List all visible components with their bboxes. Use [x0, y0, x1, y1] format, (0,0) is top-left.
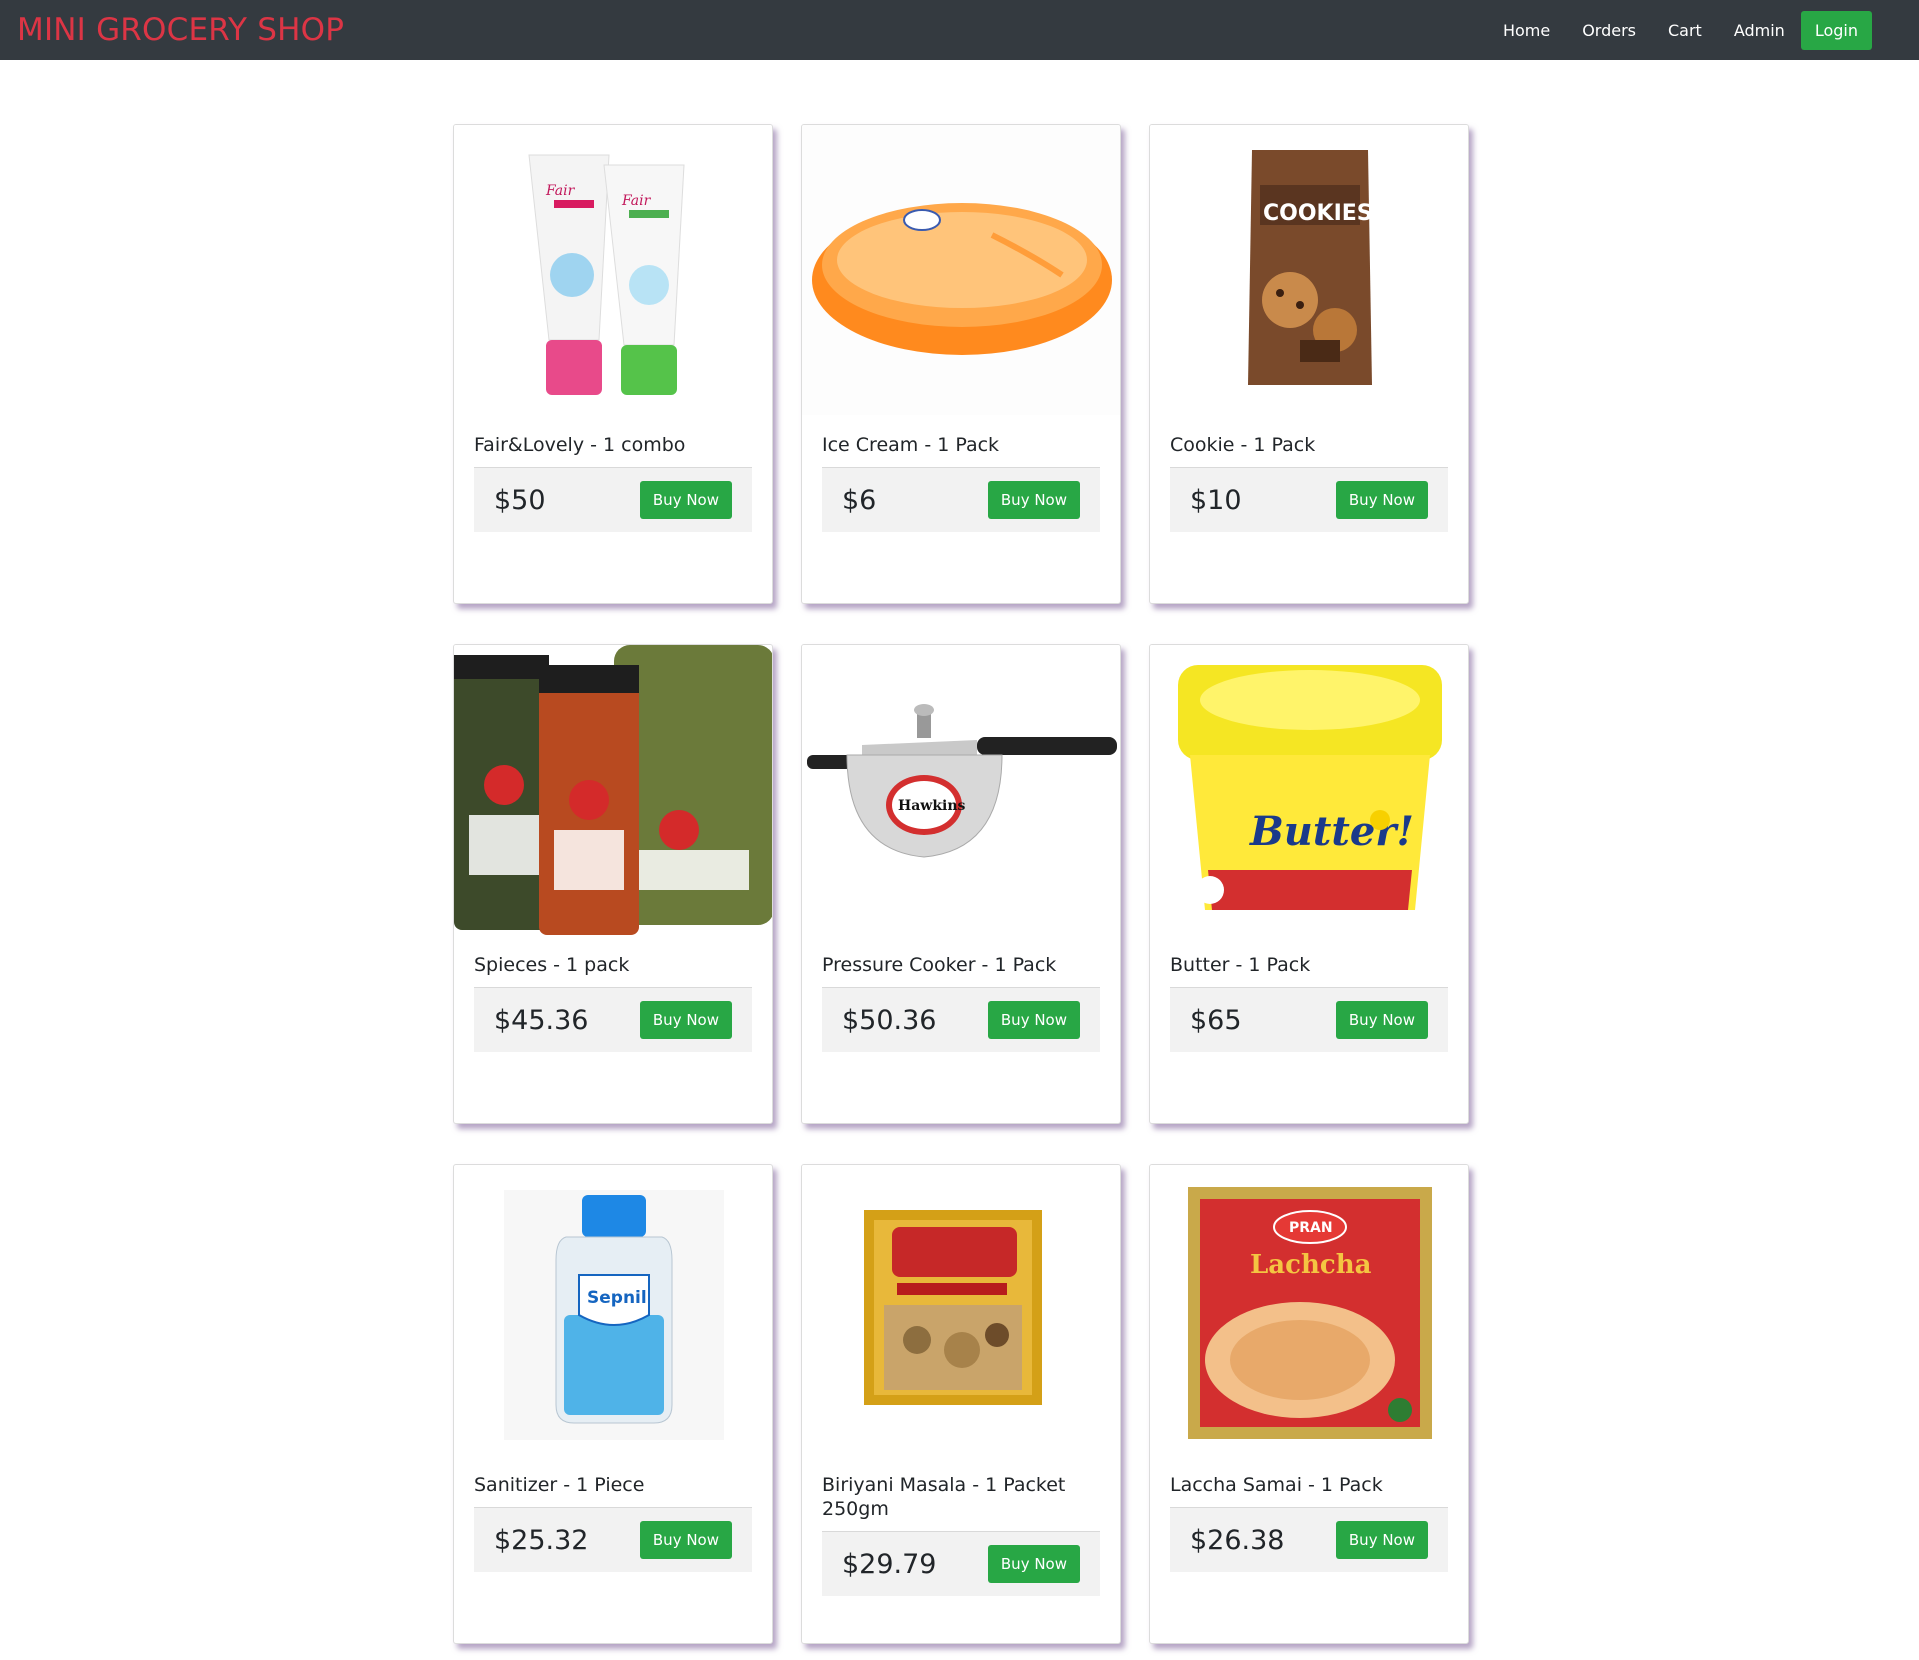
nav-admin[interactable]: Admin	[1734, 21, 1785, 40]
product-card: PRAN Lachcha Laccha Samai - 1 Pack $26.3…	[1149, 1164, 1469, 1644]
nav-orders[interactable]: Orders	[1582, 21, 1636, 40]
product-title: Butter - 1 Pack	[1170, 953, 1448, 988]
product-card: Hawkins Pressure Cooker - 1 Pack $50.36 …	[801, 644, 1121, 1124]
price-bar: $45.36 Buy Now	[474, 988, 752, 1052]
product-card: Butter! Butter - 1 Pack $65 Buy Now	[1149, 644, 1469, 1124]
product-price: $50	[494, 484, 546, 516]
login-button[interactable]: Login	[1800, 10, 1872, 50]
product-title: Spieces - 1 pack	[474, 953, 752, 988]
product-price: $45.36	[494, 1004, 589, 1036]
product-title: Cookie - 1 Pack	[1170, 433, 1448, 468]
product-title: Ice Cream - 1 Pack	[822, 433, 1100, 468]
buy-now-button[interactable]: Buy Now	[639, 1001, 732, 1039]
product-info: Laccha Samai - 1 Pack $26.38 Buy Now	[1170, 1473, 1448, 1572]
product-card: Fair Fair Fair&Lovely - 1 combo $50 Buy …	[453, 124, 773, 604]
product-price: $6	[842, 484, 877, 516]
product-image-cookie[interactable]: COOKIES	[1150, 125, 1468, 415]
product-info: Pressure Cooker - 1 Pack $50.36 Buy Now	[822, 953, 1100, 1052]
svg-text:Fair: Fair	[621, 193, 652, 209]
buy-now-button[interactable]: Buy Now	[639, 481, 732, 519]
sanitizer-brand-text: Sepnil	[587, 1288, 647, 1308]
buy-now-button[interactable]: Buy Now	[987, 1545, 1080, 1583]
cookie-brand-text: COOKIES	[1263, 201, 1373, 226]
product-image-butter[interactable]: Butter!	[1150, 645, 1468, 935]
buy-now-button[interactable]: Buy Now	[987, 1001, 1080, 1039]
butter-brand-text: Butter!	[1249, 808, 1414, 855]
product-card: Sepnil Sanitizer - 1 Piece $25.32 Buy No…	[453, 1164, 773, 1644]
nav-home[interactable]: Home	[1503, 21, 1550, 40]
price-bar: $65 Buy Now	[1170, 988, 1448, 1052]
svg-text:Fair: Fair	[545, 183, 576, 199]
product-title: Laccha Samai - 1 Pack	[1170, 1473, 1448, 1508]
product-price: $50.36	[842, 1004, 937, 1036]
product-info: Spieces - 1 pack $45.36 Buy Now	[474, 953, 752, 1052]
buy-now-button[interactable]: Buy Now	[1335, 1521, 1428, 1559]
product-image-ice-cream[interactable]	[802, 125, 1120, 415]
product-card: Spieces - 1 pack $45.36 Buy Now	[453, 644, 773, 1124]
samai-brand-text: Lachcha	[1250, 1250, 1372, 1280]
product-image-masala[interactable]	[802, 1165, 1120, 1455]
product-image-pressure-cooker[interactable]: Hawkins	[802, 645, 1120, 935]
nav-cart[interactable]: Cart	[1668, 21, 1702, 40]
top-navbar: MINI GROCERY SHOP Home Orders Cart Admin…	[0, 0, 1919, 60]
product-title: Fair&Lovely - 1 combo	[474, 433, 752, 468]
price-bar: $6 Buy Now	[822, 468, 1100, 532]
product-image-samai[interactable]: PRAN Lachcha	[1150, 1165, 1468, 1455]
product-grid: Fair Fair Fair&Lovely - 1 combo $50 Buy …	[453, 124, 1469, 1644]
product-price: $25.32	[494, 1524, 589, 1556]
product-image-face-wash[interactable]: Fair Fair	[454, 125, 772, 415]
buy-now-button[interactable]: Buy Now	[1335, 481, 1428, 519]
product-title: Pressure Cooker - 1 Pack	[822, 953, 1100, 988]
product-card: Biriyani Masala - 1 Packet 250gm $29.79 …	[801, 1164, 1121, 1644]
product-card: Ice Cream - 1 Pack $6 Buy Now	[801, 124, 1121, 604]
price-bar: $29.79 Buy Now	[822, 1532, 1100, 1596]
pran-logo-text: PRAN	[1289, 1220, 1333, 1236]
price-bar: $10 Buy Now	[1170, 468, 1448, 532]
price-bar: $50 Buy Now	[474, 468, 752, 532]
product-price: $65	[1190, 1004, 1242, 1036]
product-price: $10	[1190, 484, 1242, 516]
product-info: Ice Cream - 1 Pack $6 Buy Now	[822, 433, 1100, 532]
product-price: $26.38	[1190, 1524, 1285, 1556]
buy-now-button[interactable]: Buy Now	[639, 1521, 732, 1559]
buy-now-button[interactable]: Buy Now	[1335, 1001, 1428, 1039]
product-title: Sanitizer - 1 Piece	[474, 1473, 752, 1508]
price-bar: $26.38 Buy Now	[1170, 1508, 1448, 1572]
product-info: Cookie - 1 Pack $10 Buy Now	[1170, 433, 1448, 532]
buy-now-button[interactable]: Buy Now	[987, 481, 1080, 519]
product-card: COOKIES Cookie - 1 Pack $10 Buy Now	[1149, 124, 1469, 604]
product-info: Biriyani Masala - 1 Packet 250gm $29.79 …	[822, 1473, 1100, 1596]
product-price: $29.79	[842, 1548, 937, 1580]
price-bar: $25.32 Buy Now	[474, 1508, 752, 1572]
product-info: Butter - 1 Pack $65 Buy Now	[1170, 953, 1448, 1052]
price-bar: $50.36 Buy Now	[822, 988, 1100, 1052]
cooker-brand-text: Hawkins	[898, 798, 966, 814]
product-info: Fair&Lovely - 1 combo $50 Buy Now	[474, 433, 752, 532]
product-title: Biriyani Masala - 1 Packet 250gm	[822, 1473, 1100, 1532]
nav-links: Home Orders Cart Admin Login	[1471, 10, 1902, 50]
product-image-spices[interactable]	[454, 645, 772, 935]
product-info: Sanitizer - 1 Piece $25.32 Buy Now	[474, 1473, 752, 1572]
product-image-sanitizer[interactable]: Sepnil	[454, 1165, 772, 1455]
site-brand[interactable]: MINI GROCERY SHOP	[17, 12, 344, 48]
